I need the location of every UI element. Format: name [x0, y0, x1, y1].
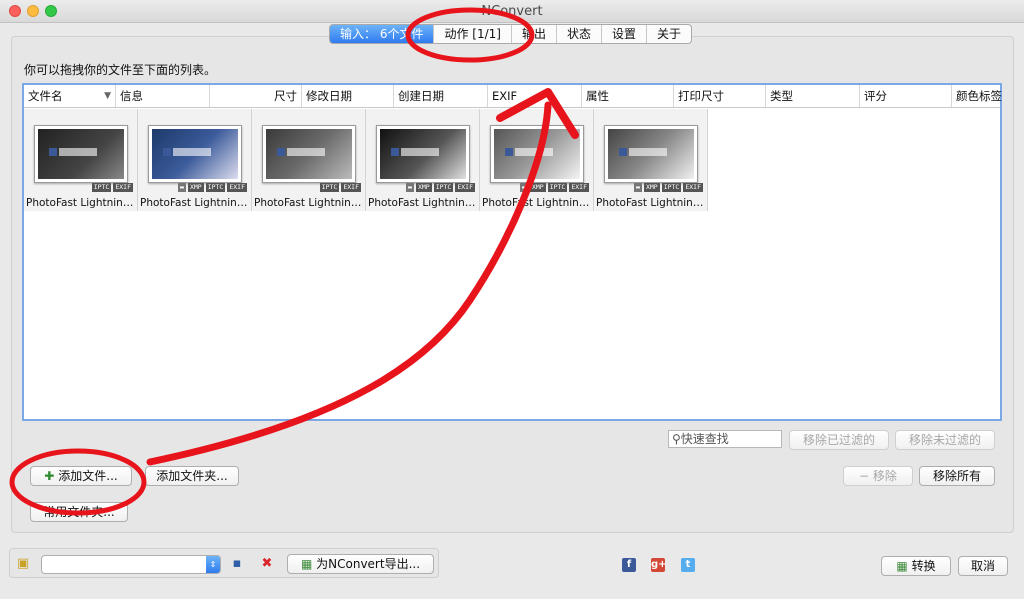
file-name: PhotoFast Lightning_0... [254, 197, 363, 209]
xmp-badge: XMP [643, 183, 660, 192]
facebook-watermark-icon [391, 148, 399, 156]
delete-icon[interactable]: ✖ [259, 556, 275, 572]
column-filename[interactable]: 文件名 ▼ [24, 85, 116, 107]
column-attributes[interactable]: 属性 [582, 85, 674, 107]
column-created[interactable]: 创建日期 [394, 85, 488, 107]
exif-badge: EXIF [455, 183, 475, 192]
file-thumbnail[interactable]: ▬XMPIPTCEXIF PhotoFast Lightning_0... [138, 109, 252, 211]
sort-desc-icon: ▼ [104, 91, 111, 101]
tab-input[interactable]: 输入： 6个文件 [330, 25, 434, 43]
column-header: 文件名 ▼ 信息 尺寸 修改日期 创建日期 EXIF 属性 打印尺寸 类型 评分 … [24, 85, 1002, 108]
search-placeholder: 快速查找 [680, 432, 729, 446]
column-modified[interactable]: 修改日期 [302, 85, 394, 107]
export-label: 为NConvert导出... [316, 557, 421, 571]
remove-all-button[interactable]: 移除所有 [919, 466, 995, 486]
thumbnail-image [34, 125, 128, 183]
minus-icon: − [859, 469, 873, 483]
file-thumbnail[interactable]: ▬XMPIPTCEXIF PhotoFast Lightning_0... [366, 109, 480, 211]
export-icon: ▦ [300, 557, 317, 571]
plus-icon: ✚ [44, 469, 55, 483]
tab-bar: 输入： 6个文件 动作 [1/1] 输出 状态 设置 关于 [329, 24, 693, 44]
column-exif[interactable]: EXIF [488, 85, 582, 107]
column-color-label[interactable]: 颜色标签 [952, 85, 1002, 107]
quick-search-input[interactable]: ⚲快速查找 [668, 430, 782, 448]
facebook-watermark-icon [619, 148, 627, 156]
file-type-icon: ▬ [178, 183, 186, 192]
twitter-icon[interactable]: t [681, 558, 695, 572]
iptc-badge: IPTC [319, 183, 340, 192]
cancel-button[interactable]: 取消 [958, 556, 1008, 576]
thumbnail-image [148, 125, 242, 183]
file-type-icon: ▬ [406, 183, 414, 192]
remove-label: 移除 [872, 469, 897, 483]
exif-badge: EXIF [227, 183, 247, 192]
column-rating[interactable]: 评分 [860, 85, 952, 107]
tab-settings[interactable]: 设置 [600, 25, 646, 43]
folder-icon[interactable]: ▣ [15, 556, 31, 572]
file-thumbnail[interactable]: ▬XMPIPTCEXIF PhotoFast Lightning_0... [480, 109, 594, 211]
facebook-icon[interactable]: f [622, 558, 636, 572]
file-list[interactable]: 文件名 ▼ 信息 尺寸 修改日期 创建日期 EXIF 属性 打印尺寸 类型 评分 … [22, 83, 1002, 421]
facebook-watermark-icon [163, 148, 171, 156]
file-type-icon: ▬ [520, 183, 528, 192]
remove-filtered-button[interactable]: 移除已过滤的 [789, 430, 889, 450]
add-files-label: 添加文件... [58, 469, 118, 483]
file-name: PhotoFast Lightning_0... [482, 197, 591, 209]
file-thumbnail[interactable]: ▬XMPIPTCEXIF PhotoFast Lightning_0... [594, 109, 708, 211]
column-info[interactable]: 信息 [116, 85, 210, 107]
file-name: PhotoFast Lightning_0... [368, 197, 477, 209]
remove-button[interactable]: − 移除 [843, 466, 913, 486]
xmp-badge: XMP [415, 183, 432, 192]
exif-badge: EXIF [569, 183, 589, 192]
column-print-size[interactable]: 打印尺寸 [674, 85, 766, 107]
common-folders-button[interactable]: 常用文件夹... [30, 502, 128, 522]
facebook-watermark-icon [49, 148, 57, 156]
title-bar: NConvert [0, 0, 1024, 23]
iptc-badge: IPTC [661, 183, 682, 192]
file-thumbnail[interactable]: IPTCEXIF PhotoFast Lightning_0... [252, 109, 366, 211]
iptc-badge: IPTC [91, 183, 112, 192]
convert-button[interactable]: ▦ 转换 [881, 556, 951, 576]
facebook-watermark-icon [277, 148, 285, 156]
google-plus-icon[interactable]: g+ [651, 558, 667, 572]
chevron-updown-icon: ⇕ [206, 556, 220, 573]
file-type-icon: ▬ [634, 183, 642, 192]
column-type[interactable]: 类型 [766, 85, 860, 107]
preset-combo[interactable]: ⇕ [41, 555, 221, 574]
thumbnail-image [490, 125, 584, 183]
tab-output[interactable]: 输出 [510, 25, 556, 43]
search-icon: ⚲ [672, 432, 681, 446]
xmp-badge: XMP [529, 183, 546, 192]
iptc-badge: IPTC [205, 183, 226, 192]
add-files-button[interactable]: ✚ 添加文件... [30, 466, 132, 486]
iptc-badge: IPTC [547, 183, 568, 192]
add-folder-button[interactable]: 添加文件夹... [145, 466, 239, 486]
tab-about[interactable]: 关于 [646, 25, 691, 43]
tab-actions[interactable]: 动作 [1/1] [433, 25, 511, 43]
xmp-badge: XMP [187, 183, 204, 192]
column-size[interactable]: 尺寸 [210, 85, 302, 107]
column-label: 文件名 [28, 89, 63, 103]
convert-label: 转换 [911, 559, 936, 573]
thumbnail-image [376, 125, 470, 183]
exif-badge: EXIF [683, 183, 703, 192]
file-name: PhotoFast Lightning_0... [596, 197, 705, 209]
save-icon[interactable]: ▪ [229, 556, 245, 572]
window-title: NConvert [481, 4, 543, 19]
convert-icon: ▦ [896, 559, 912, 573]
file-name: PhotoFast Lightning_0... [26, 197, 135, 209]
thumbnail-image [262, 125, 356, 183]
facebook-watermark-icon [505, 148, 513, 156]
file-thumbnail[interactable]: IPTCEXIF PhotoFast Lightning_0... [24, 109, 138, 211]
exif-badge: EXIF [341, 183, 361, 192]
file-name: PhotoFast Lightning_0... [140, 197, 249, 209]
exif-badge: EXIF [113, 183, 133, 192]
remove-unfiltered-button[interactable]: 移除未过滤的 [895, 430, 995, 450]
tab-status[interactable]: 状态 [555, 25, 601, 43]
drag-hint: 你可以拖拽你的文件至下面的列表。 [24, 63, 217, 77]
iptc-badge: IPTC [433, 183, 454, 192]
thumbnail-image [604, 125, 698, 183]
export-nconvert-button[interactable]: ▦ 为NConvert导出... [287, 554, 434, 574]
